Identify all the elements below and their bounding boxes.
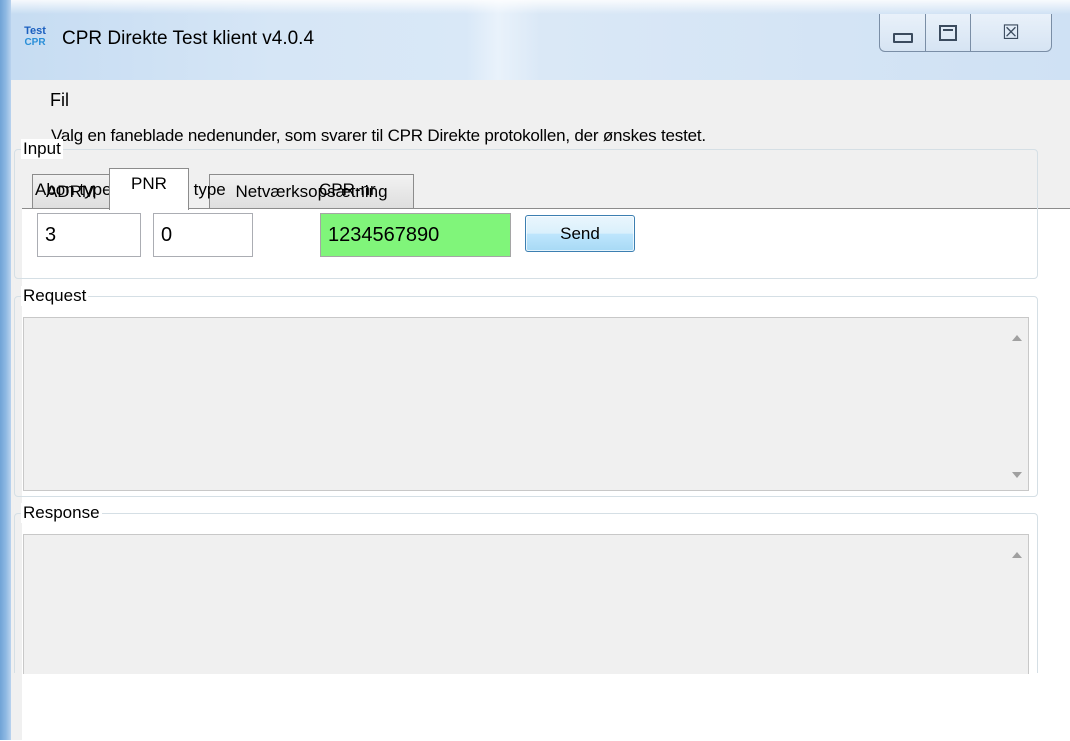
title-bar: Test CPR CPR Direkte Test klient v4.0.4 … bbox=[11, 0, 1070, 80]
input-group-legend: Input bbox=[21, 139, 63, 159]
menu-item-fil[interactable]: Fil bbox=[50, 90, 69, 111]
caption-buttons: ☒ bbox=[879, 14, 1052, 52]
response-groupbox: Response bbox=[14, 503, 1038, 674]
send-button[interactable]: Send bbox=[525, 215, 635, 252]
request-groupbox: Request bbox=[14, 286, 1038, 497]
maximize-icon bbox=[939, 24, 957, 41]
response-scroll-up-icon[interactable] bbox=[1012, 552, 1022, 558]
window-title: CPR Direkte Test klient v4.0.4 bbox=[62, 28, 315, 49]
request-textarea[interactable] bbox=[23, 317, 1029, 491]
data-type-field[interactable]: 0 bbox=[153, 213, 253, 257]
app-icon: Test CPR bbox=[24, 25, 46, 48]
abon-type-field[interactable]: 3 bbox=[37, 213, 141, 257]
minimize-button[interactable] bbox=[879, 14, 925, 52]
response-group-legend: Response bbox=[21, 503, 102, 523]
cpr-nr-label: CPR-nr bbox=[319, 180, 376, 199]
abon-type-label: Abon type bbox=[35, 180, 112, 199]
instruction-text: Valg en faneblade nedenunder, som svarer… bbox=[51, 126, 706, 145]
request-scroll-down-icon[interactable] bbox=[1012, 472, 1022, 478]
request-group-legend: Request bbox=[21, 286, 89, 306]
tab-pnr[interactable]: PNR bbox=[109, 168, 189, 210]
close-button[interactable]: ☒ bbox=[970, 14, 1052, 52]
cpr-nr-field[interactable]: 1234567890 bbox=[320, 213, 511, 257]
window-left-border bbox=[0, 0, 11, 740]
close-icon: ☒ bbox=[1002, 21, 1020, 44]
request-scroll-up-icon[interactable] bbox=[1012, 335, 1022, 341]
maximize-button[interactable] bbox=[925, 14, 970, 52]
response-textarea[interactable] bbox=[23, 534, 1029, 674]
minimize-icon bbox=[892, 32, 913, 43]
